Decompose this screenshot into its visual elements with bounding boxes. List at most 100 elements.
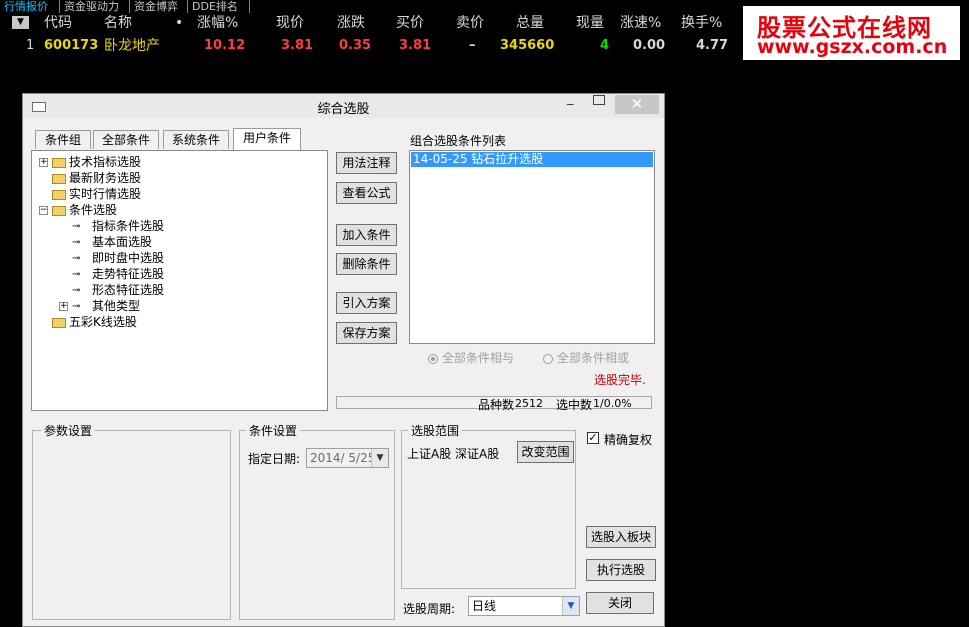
param-group: 参数设置	[32, 422, 231, 620]
period-label: 选股周期:	[403, 602, 456, 616]
condition-list[interactable]: 14-05-25 钻石拉升选股	[409, 150, 655, 344]
logo-url: www.gszx.com.cn	[757, 36, 948, 58]
cell-price: 3.81	[281, 38, 314, 53]
condition-settings-title: 条件设置	[246, 422, 301, 439]
selected-label: 选中数	[556, 398, 593, 412]
run-select-button[interactable]: 执行选股	[586, 559, 656, 581]
cell-code: 600173	[44, 38, 99, 53]
selected-value: 1/0.0%	[593, 397, 632, 410]
col-dot: •	[175, 15, 184, 31]
minimize-icon[interactable]: _	[567, 91, 574, 106]
maximize-icon[interactable]	[593, 95, 605, 105]
leaf-icon: ⊸	[72, 252, 81, 264]
tab-user-conditions[interactable]: 用户条件	[233, 128, 301, 150]
tree-item-trend[interactable]: ⊸ 走势特征选股	[72, 266, 164, 282]
cell-speed: 0.00	[633, 38, 666, 53]
tree-item-condition[interactable]: 条件选股	[52, 202, 117, 218]
tree-item-intraday[interactable]: ⊸ 即时盘中选股	[72, 250, 164, 266]
tab-quote[interactable]: 行情报价	[0, 0, 60, 13]
import-plan-button[interactable]: 引入方案	[336, 292, 397, 314]
folder-icon	[52, 157, 66, 168]
col-change[interactable]: 涨跌	[337, 13, 365, 33]
usage-button[interactable]: 用法注释	[336, 152, 397, 174]
tree-item-tech[interactable]: 技术指标选股	[52, 154, 141, 170]
tab-capital-drive[interactable]: 资金驱动力	[60, 0, 130, 13]
close-button[interactable]: 关闭	[586, 592, 654, 614]
save-plan-button[interactable]: 保存方案	[336, 322, 397, 344]
col-code[interactable]: 代码	[44, 13, 72, 33]
range-group-title: 选股范围	[408, 422, 463, 439]
radio-and[interactable]: 全部条件相与	[428, 349, 514, 366]
date-label: 指定日期:	[248, 452, 301, 466]
param-group-title: 参数设置	[41, 422, 96, 439]
cell-change-pct: 10.12	[204, 38, 246, 53]
col-cur-vol[interactable]: 现量	[576, 13, 604, 33]
cell-change: 0.35	[339, 38, 372, 53]
col-name[interactable]: 名称	[104, 13, 132, 33]
folder-icon	[52, 189, 66, 200]
col-bid[interactable]: 买价	[396, 13, 424, 33]
range-group: 选股范围 上证A股 深证A股 改变范围	[401, 422, 576, 589]
list-label: 组合选股条件列表	[410, 134, 507, 148]
col-speed[interactable]: 涨速%	[620, 13, 661, 33]
period-select[interactable]: 日线 ▼	[468, 596, 580, 616]
list-item[interactable]: 14-05-25 钻石拉升选股	[411, 152, 653, 167]
leaf-icon: ⊸	[72, 236, 81, 248]
cell-name: 卧龙地产	[104, 38, 160, 54]
stock-count-label: 品种数	[478, 398, 515, 412]
watermark-logo: 股票公式在线网 www.gszx.com.cn	[743, 6, 960, 60]
dropdown-arrow-icon[interactable]: ▼	[12, 16, 29, 29]
date-picker[interactable]: 2014/ 5/25 ▼	[306, 448, 389, 468]
tree-item-realtime[interactable]: 实时行情选股	[52, 186, 141, 202]
tree-item-finance[interactable]: 最新财务选股	[52, 170, 141, 186]
select-to-block-button[interactable]: 选股入板块	[586, 526, 656, 548]
cell-turnover: 4.77	[696, 38, 729, 53]
tree-item-pattern[interactable]: ⊸ 形态特征选股	[72, 282, 164, 298]
range-text: 上证A股 深证A股	[407, 447, 500, 461]
collapse-icon[interactable]: −	[39, 206, 48, 215]
col-change-pct[interactable]: 涨幅%	[197, 13, 238, 33]
radio-icon	[428, 353, 438, 364]
col-ask[interactable]: 卖价	[456, 13, 484, 33]
condition-tree[interactable]: + 技术指标选股 最新财务选股 实时行情选股 − 条件选股 ⊸ 指标条件选股 ⊸ 基…	[31, 150, 328, 411]
chevron-down-icon[interactable]: ▼	[562, 597, 579, 615]
tab-system-conditions[interactable]: 系统条件	[163, 130, 229, 149]
folder-open-icon	[52, 205, 66, 216]
leaf-icon: ⊸	[72, 268, 81, 280]
change-range-button[interactable]: 改变范围	[517, 441, 574, 463]
add-condition-button[interactable]: 加入条件	[336, 224, 397, 246]
tree-item-other[interactable]: ⊸ 其他类型	[72, 298, 140, 314]
delete-condition-button[interactable]: 删除条件	[336, 253, 397, 275]
row-index: 1	[26, 38, 35, 53]
radio-or[interactable]: 全部条件相或	[543, 349, 629, 366]
tree-item-fundamental[interactable]: ⊸ 基本面选股	[72, 234, 152, 250]
condition-settings-group: 条件设置 指定日期: 2014/ 5/25 ▼	[239, 422, 395, 620]
tab-dde-rank[interactable]: DDE排名	[188, 0, 250, 13]
tab-all-conditions[interactable]: 全部条件	[93, 130, 159, 149]
col-price[interactable]: 现价	[276, 13, 304, 33]
status-text: 选股完毕.	[594, 373, 646, 387]
expand-icon[interactable]: +	[39, 158, 48, 167]
tab-capital-game[interactable]: 资金博弈	[130, 0, 188, 13]
close-icon[interactable]: ✕	[615, 95, 659, 114]
folder-icon	[52, 173, 66, 184]
stock-count-value: 2512	[515, 397, 543, 410]
tree-item-kline[interactable]: 五彩K线选股	[52, 314, 137, 330]
radio-icon	[543, 353, 553, 364]
exact-adjust-checkbox[interactable]: ✓	[587, 432, 599, 444]
leaf-icon: ⊸	[72, 220, 81, 232]
chevron-down-icon[interactable]: ▼	[371, 449, 388, 467]
expand-icon[interactable]: +	[59, 302, 68, 311]
tree-item-indicator[interactable]: ⊸ 指标条件选股	[72, 218, 164, 234]
view-formula-button[interactable]: 查看公式	[336, 182, 397, 204]
tab-condition-group[interactable]: 条件组	[35, 130, 91, 149]
stock-selector-dialog: 综合选股 _ ✕ 条件组 全部条件 系统条件 用户条件 + 技术指标选股 最新财…	[22, 91, 665, 627]
leaf-icon: ⊸	[72, 284, 81, 296]
cell-volume: 345660	[500, 38, 555, 53]
cell-bid: 3.81	[399, 38, 432, 53]
col-turnover[interactable]: 换手%	[681, 13, 722, 33]
cell-cur-vol: 4	[600, 38, 610, 53]
dialog-titlebar[interactable]: 综合选股 _ ✕	[23, 91, 664, 118]
col-volume[interactable]: 总量	[516, 13, 544, 33]
folder-icon	[52, 317, 66, 328]
